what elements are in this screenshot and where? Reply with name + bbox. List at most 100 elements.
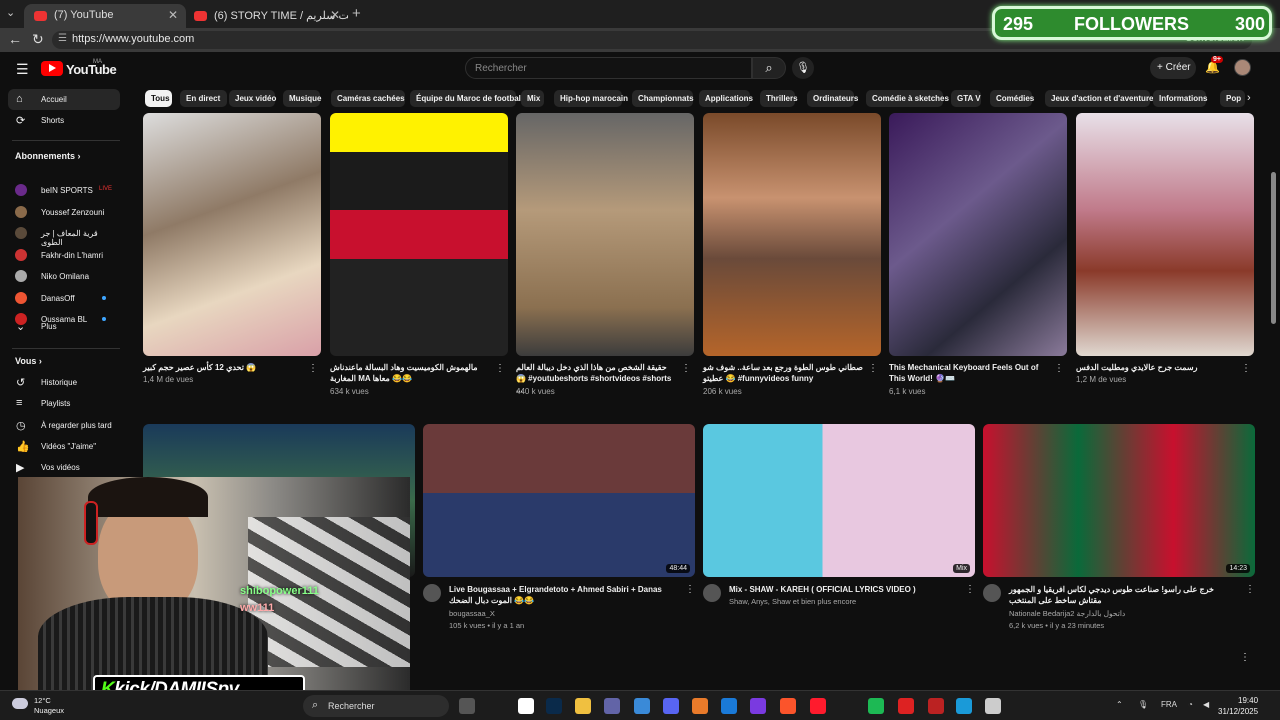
voice-search-button[interactable]: 🎙 bbox=[792, 57, 814, 79]
opera-icon[interactable] bbox=[810, 698, 826, 714]
adobe-icon[interactable] bbox=[692, 698, 708, 714]
search-input[interactable]: Rechercher bbox=[465, 57, 752, 79]
notifications-button[interactable]: 🔔 9+ bbox=[1205, 56, 1223, 74]
sidebar-item-subscription[interactable]: Youssef Zenzouni bbox=[8, 202, 120, 223]
tab-story-time[interactable]: (6) STORY TIME / ماش رجعت سلريم ✕ bbox=[184, 4, 348, 28]
search-button[interactable]: ⌕ bbox=[752, 57, 786, 79]
tab-list-icon[interactable]: ⌄ bbox=[6, 6, 15, 19]
teams-icon[interactable] bbox=[604, 698, 620, 714]
obsidian-icon[interactable] bbox=[750, 698, 766, 714]
channel-avatar[interactable] bbox=[703, 584, 721, 602]
taskbar-search[interactable]: ⌕ Rechercher bbox=[303, 695, 449, 717]
short-thumbnail[interactable] bbox=[703, 113, 881, 356]
sidebar-item-you[interactable]: ≡ Playlists bbox=[8, 393, 120, 414]
filter-chip[interactable]: Mix bbox=[521, 90, 544, 107]
more-options-icon[interactable]: ⋮ bbox=[1054, 363, 1064, 374]
close-tab-icon[interactable]: ✕ bbox=[168, 8, 178, 22]
language-indicator[interactable]: FRA bbox=[1161, 700, 1177, 709]
sidebar-item-shorts[interactable]: ⟳ Shorts bbox=[8, 110, 120, 131]
more-options-icon[interactable]: ⋮ bbox=[685, 584, 695, 595]
sidebar-item-home[interactable]: ⌂ Accueil bbox=[8, 89, 120, 110]
channel-avatar[interactable] bbox=[423, 584, 441, 602]
chevron-right-icon[interactable]: › bbox=[1247, 92, 1251, 104]
short-title[interactable]: تحدي 12 كأس عصير حجم كبير 😱 bbox=[143, 362, 305, 373]
filter-chip[interactable]: Hip-hop marocain bbox=[554, 90, 628, 107]
subscriptions-heading[interactable]: Abonnements › bbox=[15, 151, 81, 161]
site-info-icon[interactable]: ☰ bbox=[58, 33, 67, 44]
sidebar-item-more[interactable]: ⌄ Plus bbox=[8, 316, 120, 337]
close-tab-icon[interactable]: ✕ bbox=[330, 8, 340, 22]
short-title[interactable]: This Mechanical Keyboard Feels Out of Th… bbox=[889, 362, 1051, 384]
back-icon[interactable]: ← bbox=[8, 31, 22, 47]
clock[interactable]: 19:40 31/12/2025 bbox=[1218, 695, 1258, 717]
sidebar-item-you[interactable]: 👍 Vidéos "J'aime" bbox=[8, 436, 120, 457]
mail-icon[interactable] bbox=[721, 698, 737, 714]
short-title[interactable]: مالهموش الكوميسيت وهاد البسالة ماعندناش … bbox=[330, 362, 492, 384]
short-thumbnail[interactable] bbox=[889, 113, 1067, 356]
more-options-icon[interactable]: ⋮ bbox=[1241, 363, 1251, 374]
sidebar-item-subscription[interactable]: Niko Omilana bbox=[8, 266, 120, 287]
filter-chip[interactable]: Tous bbox=[145, 90, 172, 107]
video-thumbnail[interactable]: 48:44 bbox=[423, 424, 695, 577]
video-thumbnail[interactable]: 14:23 bbox=[983, 424, 1255, 577]
task-view-icon[interactable] bbox=[459, 698, 475, 714]
youtube-logo-text[interactable]: YouTube bbox=[66, 62, 117, 77]
sidebar-item-subscription[interactable]: Fakhr-din L'hamri bbox=[8, 245, 120, 266]
filter-chip[interactable]: GTA V bbox=[951, 90, 981, 107]
chatgpt-icon[interactable] bbox=[985, 698, 1001, 714]
reload-icon[interactable]: ↻ bbox=[32, 31, 44, 48]
winrar-icon[interactable] bbox=[928, 698, 944, 714]
filter-chip[interactable]: Comédies bbox=[990, 90, 1034, 107]
you-heading[interactable]: Vous › bbox=[15, 356, 42, 366]
more-options-icon[interactable]: ⋮ bbox=[681, 363, 691, 374]
tray-expand-icon[interactable]: ⌃ bbox=[1116, 700, 1123, 709]
sidebar-item-subscription[interactable]: beIN SPORTS LIVE bbox=[8, 180, 120, 201]
short-thumbnail[interactable] bbox=[516, 113, 694, 356]
sidebar-item-you[interactable]: ◷ À regarder plus tard bbox=[8, 415, 120, 436]
more-options-icon[interactable]: ⋮ bbox=[1240, 652, 1250, 663]
more-options-icon[interactable]: ⋮ bbox=[1245, 584, 1255, 595]
filter-chip[interactable]: Informations bbox=[1153, 90, 1207, 107]
more-options-icon[interactable]: ⋮ bbox=[965, 584, 975, 595]
spotify-icon[interactable] bbox=[868, 698, 884, 714]
filter-chip[interactable]: Jeux d'action et d'aventure bbox=[1045, 90, 1154, 107]
short-title[interactable]: رسمت جرح عالايدي ومطليت الدفس bbox=[1076, 362, 1238, 373]
filter-chip[interactable]: Caméras cachées bbox=[331, 90, 405, 107]
hamburger-menu-icon[interactable]: ☰ bbox=[16, 61, 29, 78]
short-thumbnail[interactable] bbox=[143, 113, 321, 356]
filter-chip[interactable]: Comédie à sketches bbox=[866, 90, 949, 107]
short-title[interactable]: صطاني طوس الطوة ورجع بعد ساعة.. شوف شو ع… bbox=[703, 362, 865, 384]
sidebar-item-you[interactable]: ↺ Historique bbox=[8, 372, 120, 393]
more-options-icon[interactable]: ⋮ bbox=[495, 363, 505, 374]
sidebar-item-you[interactable]: ▶ Vos vidéos bbox=[8, 457, 120, 478]
video-title[interactable]: Mix - SHAW - KAREH ( OFFICIAL LYRICS VID… bbox=[729, 584, 959, 595]
discord-icon[interactable] bbox=[663, 698, 679, 714]
new-tab-button[interactable]: + bbox=[352, 5, 361, 22]
account-avatar[interactable] bbox=[1234, 59, 1251, 76]
filter-chip[interactable]: Jeux vidéo bbox=[229, 90, 276, 107]
sidebar-item-subscription[interactable]: DanasOff bbox=[8, 288, 120, 309]
filter-chip[interactable]: Applications bbox=[699, 90, 753, 107]
sidebar-item-subscription[interactable]: قرية المعاف | جر الطوى bbox=[8, 223, 120, 247]
weather-widget[interactable]: 12°C Nuageux bbox=[12, 696, 64, 716]
filter-chip[interactable]: Ordinateurs bbox=[807, 90, 858, 107]
video-channel[interactable]: bougassaa_X bbox=[449, 608, 495, 619]
filter-chip[interactable]: En direct bbox=[180, 90, 227, 107]
filter-chip[interactable]: Championnats bbox=[632, 90, 694, 107]
snipping-tool-icon[interactable] bbox=[518, 698, 534, 714]
page-scrollbar[interactable] bbox=[1271, 172, 1276, 324]
channel-avatar[interactable] bbox=[983, 584, 1001, 602]
volume-icon[interactable]: ◀ bbox=[1203, 700, 1209, 709]
video-title[interactable]: Live Bougassaa + Elgrandetoto + Ahmed Sa… bbox=[449, 584, 679, 606]
store-icon[interactable] bbox=[634, 698, 650, 714]
filter-chip[interactable]: Pop bbox=[1220, 90, 1245, 107]
short-thumbnail[interactable] bbox=[330, 113, 508, 356]
brave-icon[interactable] bbox=[780, 698, 796, 714]
photoshop-icon[interactable] bbox=[546, 698, 562, 714]
video-title[interactable]: خرج على راسو! صناعت طوس ديدجي لكاس افريق… bbox=[1009, 584, 1239, 606]
video-thumbnail[interactable]: Mix bbox=[703, 424, 975, 577]
mic-icon[interactable]: 🎙 bbox=[1138, 700, 1148, 709]
edge-icon[interactable] bbox=[956, 698, 972, 714]
app-icon[interactable] bbox=[898, 698, 914, 714]
tab-youtube[interactable]: (7) YouTube ✕ bbox=[24, 4, 186, 28]
